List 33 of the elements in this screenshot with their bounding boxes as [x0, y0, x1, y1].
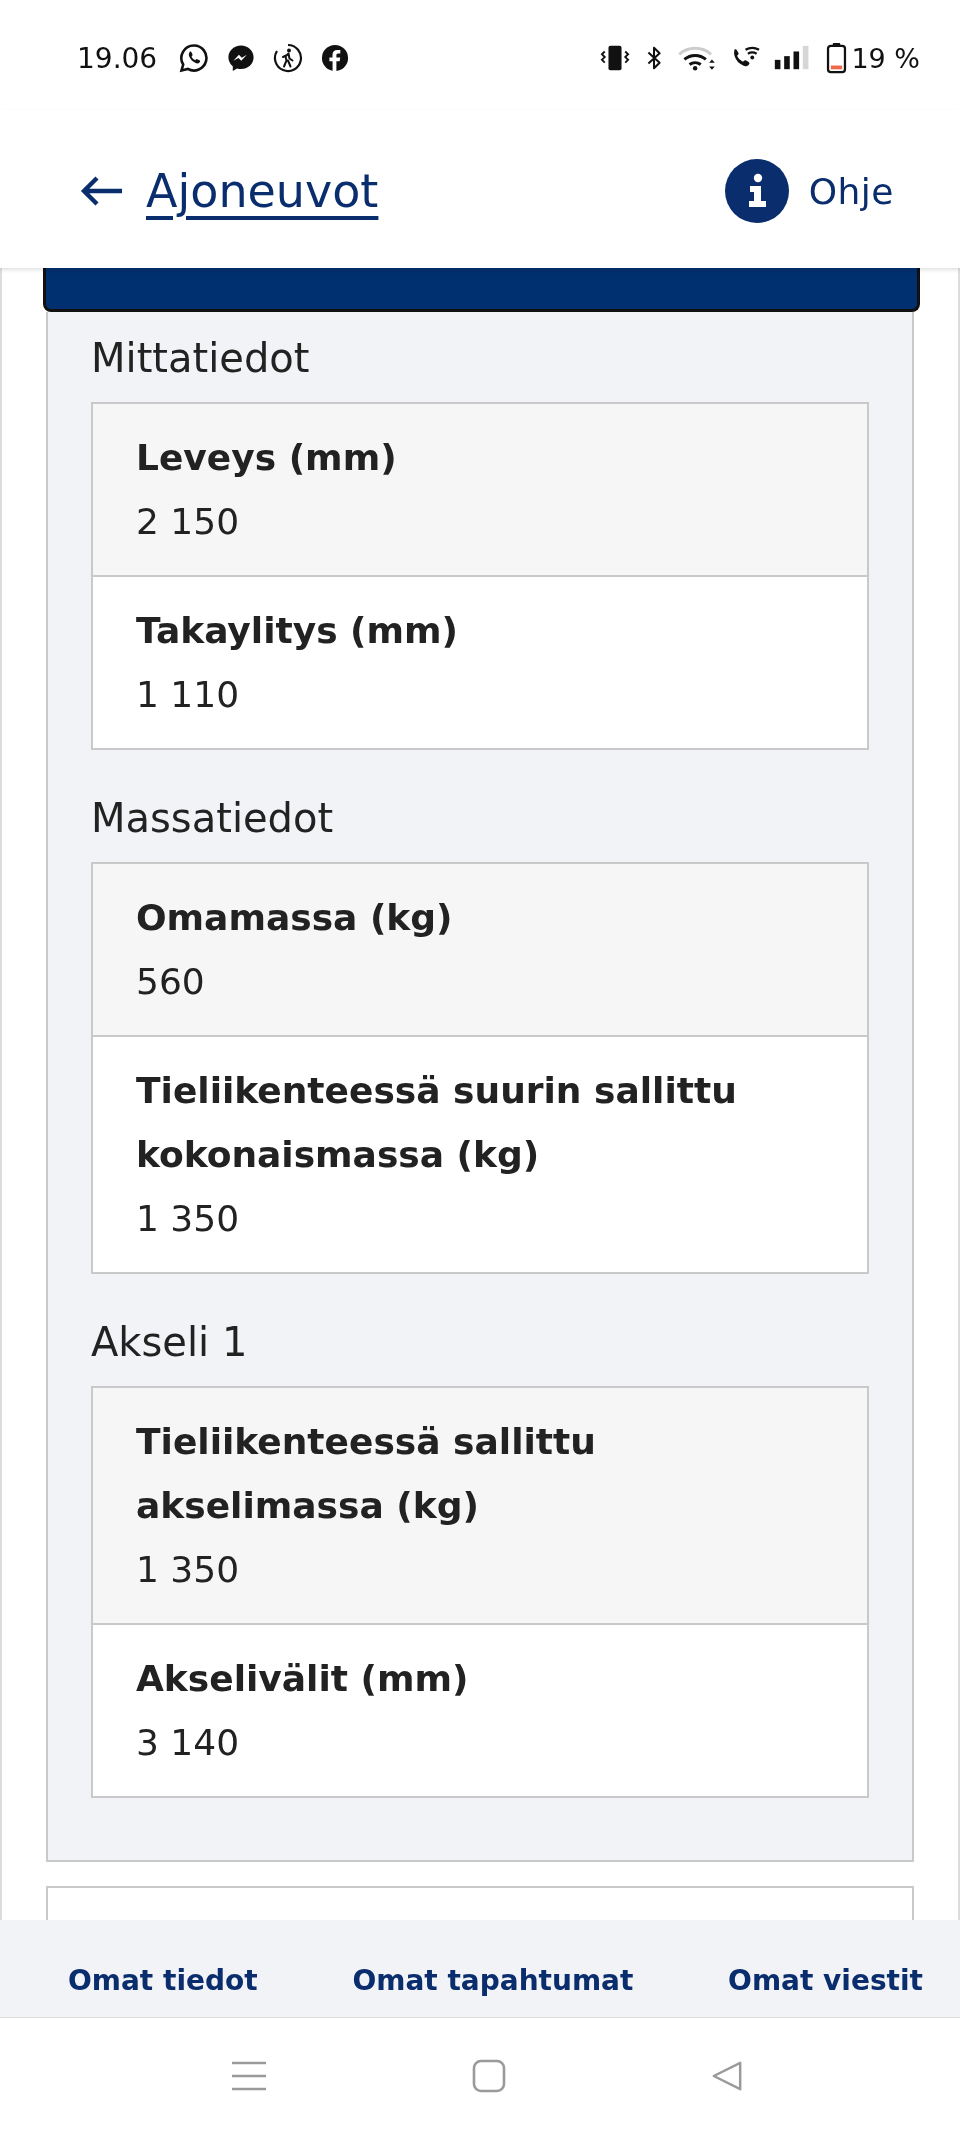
nav-link[interactable]: Omat tiedot — [68, 1961, 258, 2001]
row-value: 3 140 — [136, 1721, 241, 1765]
row-label: Tieliikenteessä sallittu akselimassa (kg) — [136, 1420, 597, 1528]
accordion-header-bar[interactable] — [43, 268, 920, 312]
row-value: 1 350 — [136, 1548, 241, 1592]
nav-link[interactable]: Omat tapahtumat — [352, 1961, 634, 2001]
phone-bubble-icon — [179, 43, 210, 73]
battery-icon — [826, 42, 848, 74]
row-label: Omamassa (kg) — [136, 896, 454, 940]
back-arrow-icon — [80, 175, 124, 207]
row-label: Tieliikenteessä suurin sallittu kokonaismassa (kg) — [136, 1069, 738, 1177]
section-title: Mittatiedot — [91, 334, 311, 382]
nav-link[interactable]: Omat viestit — [728, 1961, 923, 2001]
row-value: 2 150 — [136, 500, 241, 544]
row-value: 1 350 — [136, 1197, 241, 1241]
battery-percentage: 19 % — [851, 42, 920, 74]
back-link[interactable]: Ajoneuvot — [80, 161, 379, 221]
section-title: Massatiedot — [91, 794, 335, 842]
section-title: Akseli 1 — [91, 1318, 249, 1366]
menu-icon[interactable] — [231, 2060, 267, 2091]
row-label: Akselivälit (mm) — [136, 1657, 470, 1701]
square-icon[interactable] — [472, 2058, 506, 2093]
info-icon — [724, 159, 789, 223]
row-value: 560 — [136, 960, 206, 1004]
row-label: Leveys (mm) — [136, 436, 398, 480]
help-link[interactable]: Ohje — [724, 159, 894, 223]
row-label: Takaylitys (mm) — [136, 609, 460, 653]
status-time: 19.06 — [77, 41, 158, 75]
back-icon[interactable] — [711, 2059, 743, 2092]
row-value: 1 110 — [136, 673, 241, 717]
walking-person-icon — [273, 43, 304, 73]
zigzag-bubble-icon — [227, 44, 256, 72]
f-logo-icon — [321, 44, 350, 72]
